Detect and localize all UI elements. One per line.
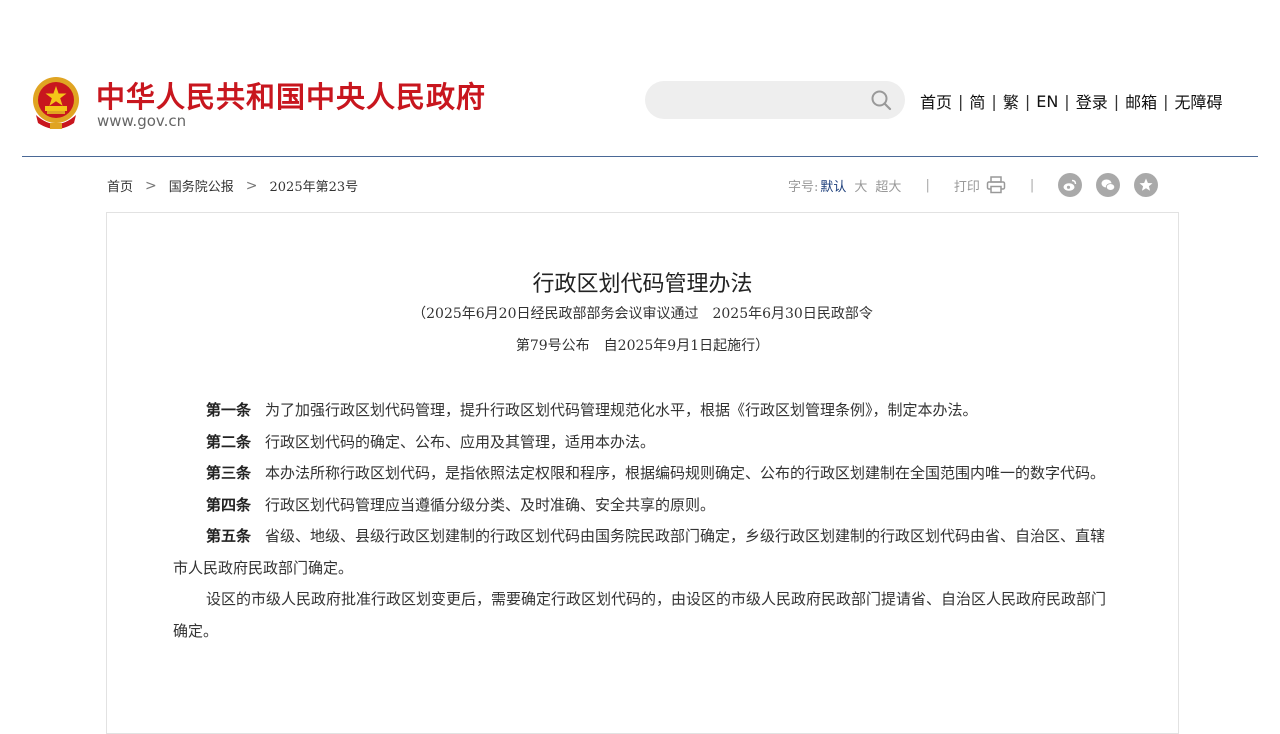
header-divider xyxy=(22,156,1258,157)
nav-simplified[interactable]: 简 xyxy=(969,89,985,113)
article-paragraph: 设区的市级人民政府批准行政区划变更后，需要确定行政区划代码的，由设区的市级人民政… xyxy=(173,584,1111,647)
breadcrumb-home[interactable]: 首页 xyxy=(107,176,133,195)
article-content: 行政区划代码管理办法 （2025年6月20日经民政部部务会议审议通过 2025年… xyxy=(106,212,1179,734)
paragraph-text: 行政区划代码管理应当遵循分级分类、及时准确、安全共享的原则。 xyxy=(265,495,716,514)
site-title[interactable]: 中华人民共和国中央人民政府 xyxy=(96,74,486,116)
font-size-default[interactable]: 默认 xyxy=(820,176,846,195)
tool-divider: | xyxy=(925,177,930,193)
breadcrumb: 首页 > 国务院公报 > 2025年第23号 xyxy=(107,176,359,196)
chevron-right-icon: > xyxy=(245,177,258,194)
article-tools: 字号: 默认 大 超大 | 打印 | xyxy=(788,173,1172,197)
nav-traditional[interactable]: 繁 xyxy=(1003,89,1019,113)
article-paragraph: 第四条 行政区划代码管理应当遵循分级分类、及时准确、安全共享的原则。 xyxy=(173,490,1111,522)
paragraph-text: 设区的市级人民政府批准行政区划变更后，需要确定行政区划代码的，由设区的市级人民政… xyxy=(173,590,1107,640)
article-paragraph: 第五条 省级、地级、县级行政区划建制的行政区划代码由国务院民政部门确定，乡级行政区… xyxy=(173,521,1111,584)
nav-separator: | xyxy=(958,91,964,111)
paragraph-text: 本办法所称行政区划代码，是指依照法定权限和程序，根据编码规则确定、公布的行政区划… xyxy=(265,464,1106,482)
nav-mailbox[interactable]: 邮箱 xyxy=(1125,89,1157,113)
site-domain: www.gov.cn xyxy=(97,112,187,130)
nav-accessibility[interactable]: 无障碍 xyxy=(1175,89,1223,113)
nav-separator: | xyxy=(1064,91,1070,111)
paragraph-text: 行政区划代码的确定、公布、应用及其管理，适用本办法。 xyxy=(265,432,656,451)
font-size-xlarge[interactable]: 超大 xyxy=(875,176,901,195)
nav-separator: | xyxy=(1024,91,1031,111)
wechat-icon[interactable] xyxy=(1096,173,1121,197)
article-number: 第三条 xyxy=(206,464,252,482)
chevron-right-icon: > xyxy=(145,177,157,194)
top-nav: 首页 | 简 | 繁 | EN | 登录 | 邮箱 | 无障碍 xyxy=(920,89,1223,113)
breadcrumb-issue[interactable]: 2025年第23号 xyxy=(270,176,359,195)
paragraph-text: 为了加强行政区划代码管理，提升行政区划代码管理规范化水平，根据《行政区划管理条例… xyxy=(265,401,978,419)
site-header: 中华人民共和国中央人民政府 www.gov.cn 首页 | 简 | 繁 | EN… xyxy=(0,0,1280,157)
nav-separator: | xyxy=(1113,91,1120,111)
article-number: 第一条 xyxy=(206,401,252,419)
article-subtitle: （2025年6月20日经民政部部务会议审议通过 2025年6月30日民政部令 xyxy=(412,306,873,322)
print-button[interactable]: 打印 xyxy=(954,176,980,195)
nav-separator: | xyxy=(991,91,997,111)
font-size-large[interactable]: 大 xyxy=(854,176,867,195)
font-size-label: 字号: xyxy=(788,179,819,195)
article-number: 第五条 xyxy=(206,527,252,545)
paragraph-text: 省级、地级、县级行政区划建制的行政区划代码由国务院民政部门确定，乡级行政区划建制… xyxy=(173,527,1106,577)
article-number: 第四条 xyxy=(206,495,252,514)
article-subtitle: 第79号公布 自2025年9月1日起施行） xyxy=(515,338,770,354)
article-paragraph: 第二条 行政区划代码的确定、公布、应用及其管理，适用本办法。 xyxy=(173,427,1111,459)
tool-divider: | xyxy=(1029,177,1035,193)
article-paragraph: 第三条 本办法所称行政区划代码，是指依照法定权限和程序，根据编码规则确定、公布的行… xyxy=(173,458,1111,490)
search-icon[interactable] xyxy=(870,89,892,111)
nav-home[interactable]: 首页 xyxy=(920,89,952,113)
nav-login[interactable]: 登录 xyxy=(1076,89,1108,113)
article-body: 第一条 为了加强行政区划代码管理，提升行政区划代码管理规范化水平，根据《行政区划管… xyxy=(173,395,1111,647)
printer-icon[interactable] xyxy=(986,176,1006,194)
weibo-icon[interactable] xyxy=(1058,173,1083,197)
breadcrumb-gazette[interactable]: 国务院公报 xyxy=(169,176,234,195)
nav-english[interactable]: EN xyxy=(1036,92,1058,111)
article-number: 第二条 xyxy=(206,432,252,451)
article-paragraph: 第一条 为了加强行政区划代码管理，提升行政区划代码管理规范化水平，根据《行政区划管… xyxy=(173,395,1111,427)
article-title: 行政区划代码管理办法 xyxy=(532,272,753,297)
nav-separator: | xyxy=(1163,91,1169,111)
search-input[interactable] xyxy=(645,81,905,119)
national-emblem-icon[interactable] xyxy=(30,75,82,131)
favorite-star-icon[interactable] xyxy=(1134,173,1159,197)
